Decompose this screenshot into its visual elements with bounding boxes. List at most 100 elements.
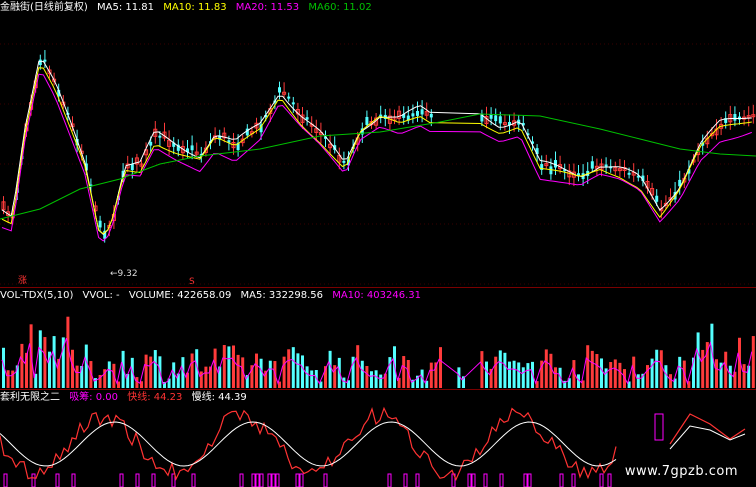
volume-bar xyxy=(291,347,295,388)
xichou-bar xyxy=(119,473,124,487)
indicator-title: 套利无限之二 xyxy=(0,392,60,403)
vvol-label: VVOL: - xyxy=(82,290,120,301)
xichou-bar xyxy=(499,473,504,487)
volume-bar xyxy=(669,374,672,388)
xichou-bar xyxy=(251,473,256,487)
volume-chart[interactable] xyxy=(0,302,756,388)
volume-bar xyxy=(190,353,194,388)
volume-bar xyxy=(296,353,300,388)
volume-bar xyxy=(305,366,309,388)
xichou-bar xyxy=(259,473,264,487)
candle-body xyxy=(149,141,153,146)
xichou-bar xyxy=(559,473,564,487)
xichou-bar xyxy=(387,473,392,487)
s-marker: S xyxy=(189,277,195,286)
xichou-bar xyxy=(255,473,260,487)
price-panel[interactable]: ←9.32 涨 S xyxy=(0,14,756,286)
volume-bar xyxy=(429,362,433,388)
candle-body xyxy=(342,160,346,163)
xichou-bar xyxy=(171,473,176,487)
volume-title: VOL-TDX(5,10) xyxy=(0,290,74,301)
volume-bar xyxy=(724,351,728,388)
volume-bar xyxy=(728,365,732,388)
volume-bar xyxy=(218,366,222,388)
volume-bar xyxy=(742,364,746,388)
volume-bar xyxy=(586,345,590,388)
candle-body xyxy=(190,145,194,151)
volume-bar xyxy=(268,360,272,388)
volume-bar xyxy=(636,374,640,388)
candle-body xyxy=(429,113,433,118)
volume-bar xyxy=(328,350,332,388)
volume-bar xyxy=(521,367,525,388)
xichou-bar xyxy=(31,473,36,487)
volume-bar xyxy=(590,350,594,388)
xichou-bar xyxy=(483,473,488,487)
volume-bar xyxy=(236,354,240,388)
candle-body xyxy=(627,172,631,175)
volume-bar xyxy=(664,365,668,388)
xichou-bar xyxy=(607,473,612,487)
xichou-bar xyxy=(239,473,244,487)
volume-bar xyxy=(494,356,498,388)
volume-bar xyxy=(84,344,88,388)
volume-bar xyxy=(549,353,553,388)
volume-bar xyxy=(678,356,682,388)
volume-bar xyxy=(149,356,153,388)
volume-bar xyxy=(439,347,442,388)
slow-line xyxy=(0,421,617,467)
candle-body xyxy=(98,220,102,228)
slow-line-label: 慢线: 44.39 xyxy=(191,392,247,403)
volume-bar xyxy=(379,374,383,388)
volume-bar xyxy=(517,362,521,388)
xichou-bar xyxy=(299,473,304,487)
panel-divider xyxy=(0,287,756,288)
candle-body xyxy=(158,135,162,138)
xichou-bar xyxy=(599,473,604,487)
indicator-panel-header: 套利无限之二 吸筹: 0.00 快线: 44.23 慢线: 44.39 xyxy=(0,391,253,404)
volume-bar xyxy=(356,345,360,388)
volume-bar xyxy=(360,360,364,388)
volume-bar xyxy=(544,349,548,388)
volume-bar xyxy=(613,359,617,388)
xichou-label: 吸筹: 0.00 xyxy=(69,392,119,403)
xichou-bar xyxy=(415,473,420,487)
volume-label: VOLUME: 422658.09 xyxy=(128,290,232,301)
volume-bar xyxy=(107,361,111,388)
volume-bar xyxy=(595,354,599,388)
volume-bar xyxy=(232,345,235,388)
volume-bar xyxy=(370,371,373,388)
volume-panel[interactable] xyxy=(0,302,756,388)
volume-bar xyxy=(282,356,286,388)
volume-bar xyxy=(715,359,718,388)
candle-body xyxy=(420,109,424,115)
ma10-label: MA10: 11.83 xyxy=(163,2,227,13)
volume-bar xyxy=(600,358,603,388)
volume-bar xyxy=(526,363,530,388)
candlestick-chart[interactable]: ←9.32 涨 S xyxy=(0,14,756,286)
volume-bar xyxy=(659,350,663,388)
fast-line-label: 快线: 44.23 xyxy=(127,392,183,403)
volume-bar xyxy=(374,370,378,388)
xichou-bar xyxy=(267,473,272,487)
candle-body xyxy=(278,87,281,93)
xichou-bar xyxy=(467,473,472,487)
slow-line-tail xyxy=(669,425,746,450)
xichou-bar xyxy=(527,473,532,487)
volume-bar xyxy=(71,349,74,388)
fast-line xyxy=(0,406,617,481)
ma60-label: MA60: 11.02 xyxy=(308,2,372,13)
volume-bar xyxy=(255,353,258,388)
volume-bar xyxy=(609,362,613,388)
volume-bar xyxy=(751,336,755,388)
candle-body xyxy=(416,111,419,116)
vol-ma5-label: MA5: 332298.56 xyxy=(240,290,323,301)
low-price-label: ←9.32 xyxy=(110,269,138,279)
volume-bar xyxy=(503,352,507,388)
volume-bar xyxy=(153,350,157,388)
vol-ma10-label: MA10: 403246.31 xyxy=(332,290,422,301)
ma20-label: MA20: 11.53 xyxy=(235,2,300,13)
candle-body xyxy=(494,115,498,122)
xichou-bar xyxy=(571,473,576,487)
zhang-marker: 涨 xyxy=(18,275,27,286)
